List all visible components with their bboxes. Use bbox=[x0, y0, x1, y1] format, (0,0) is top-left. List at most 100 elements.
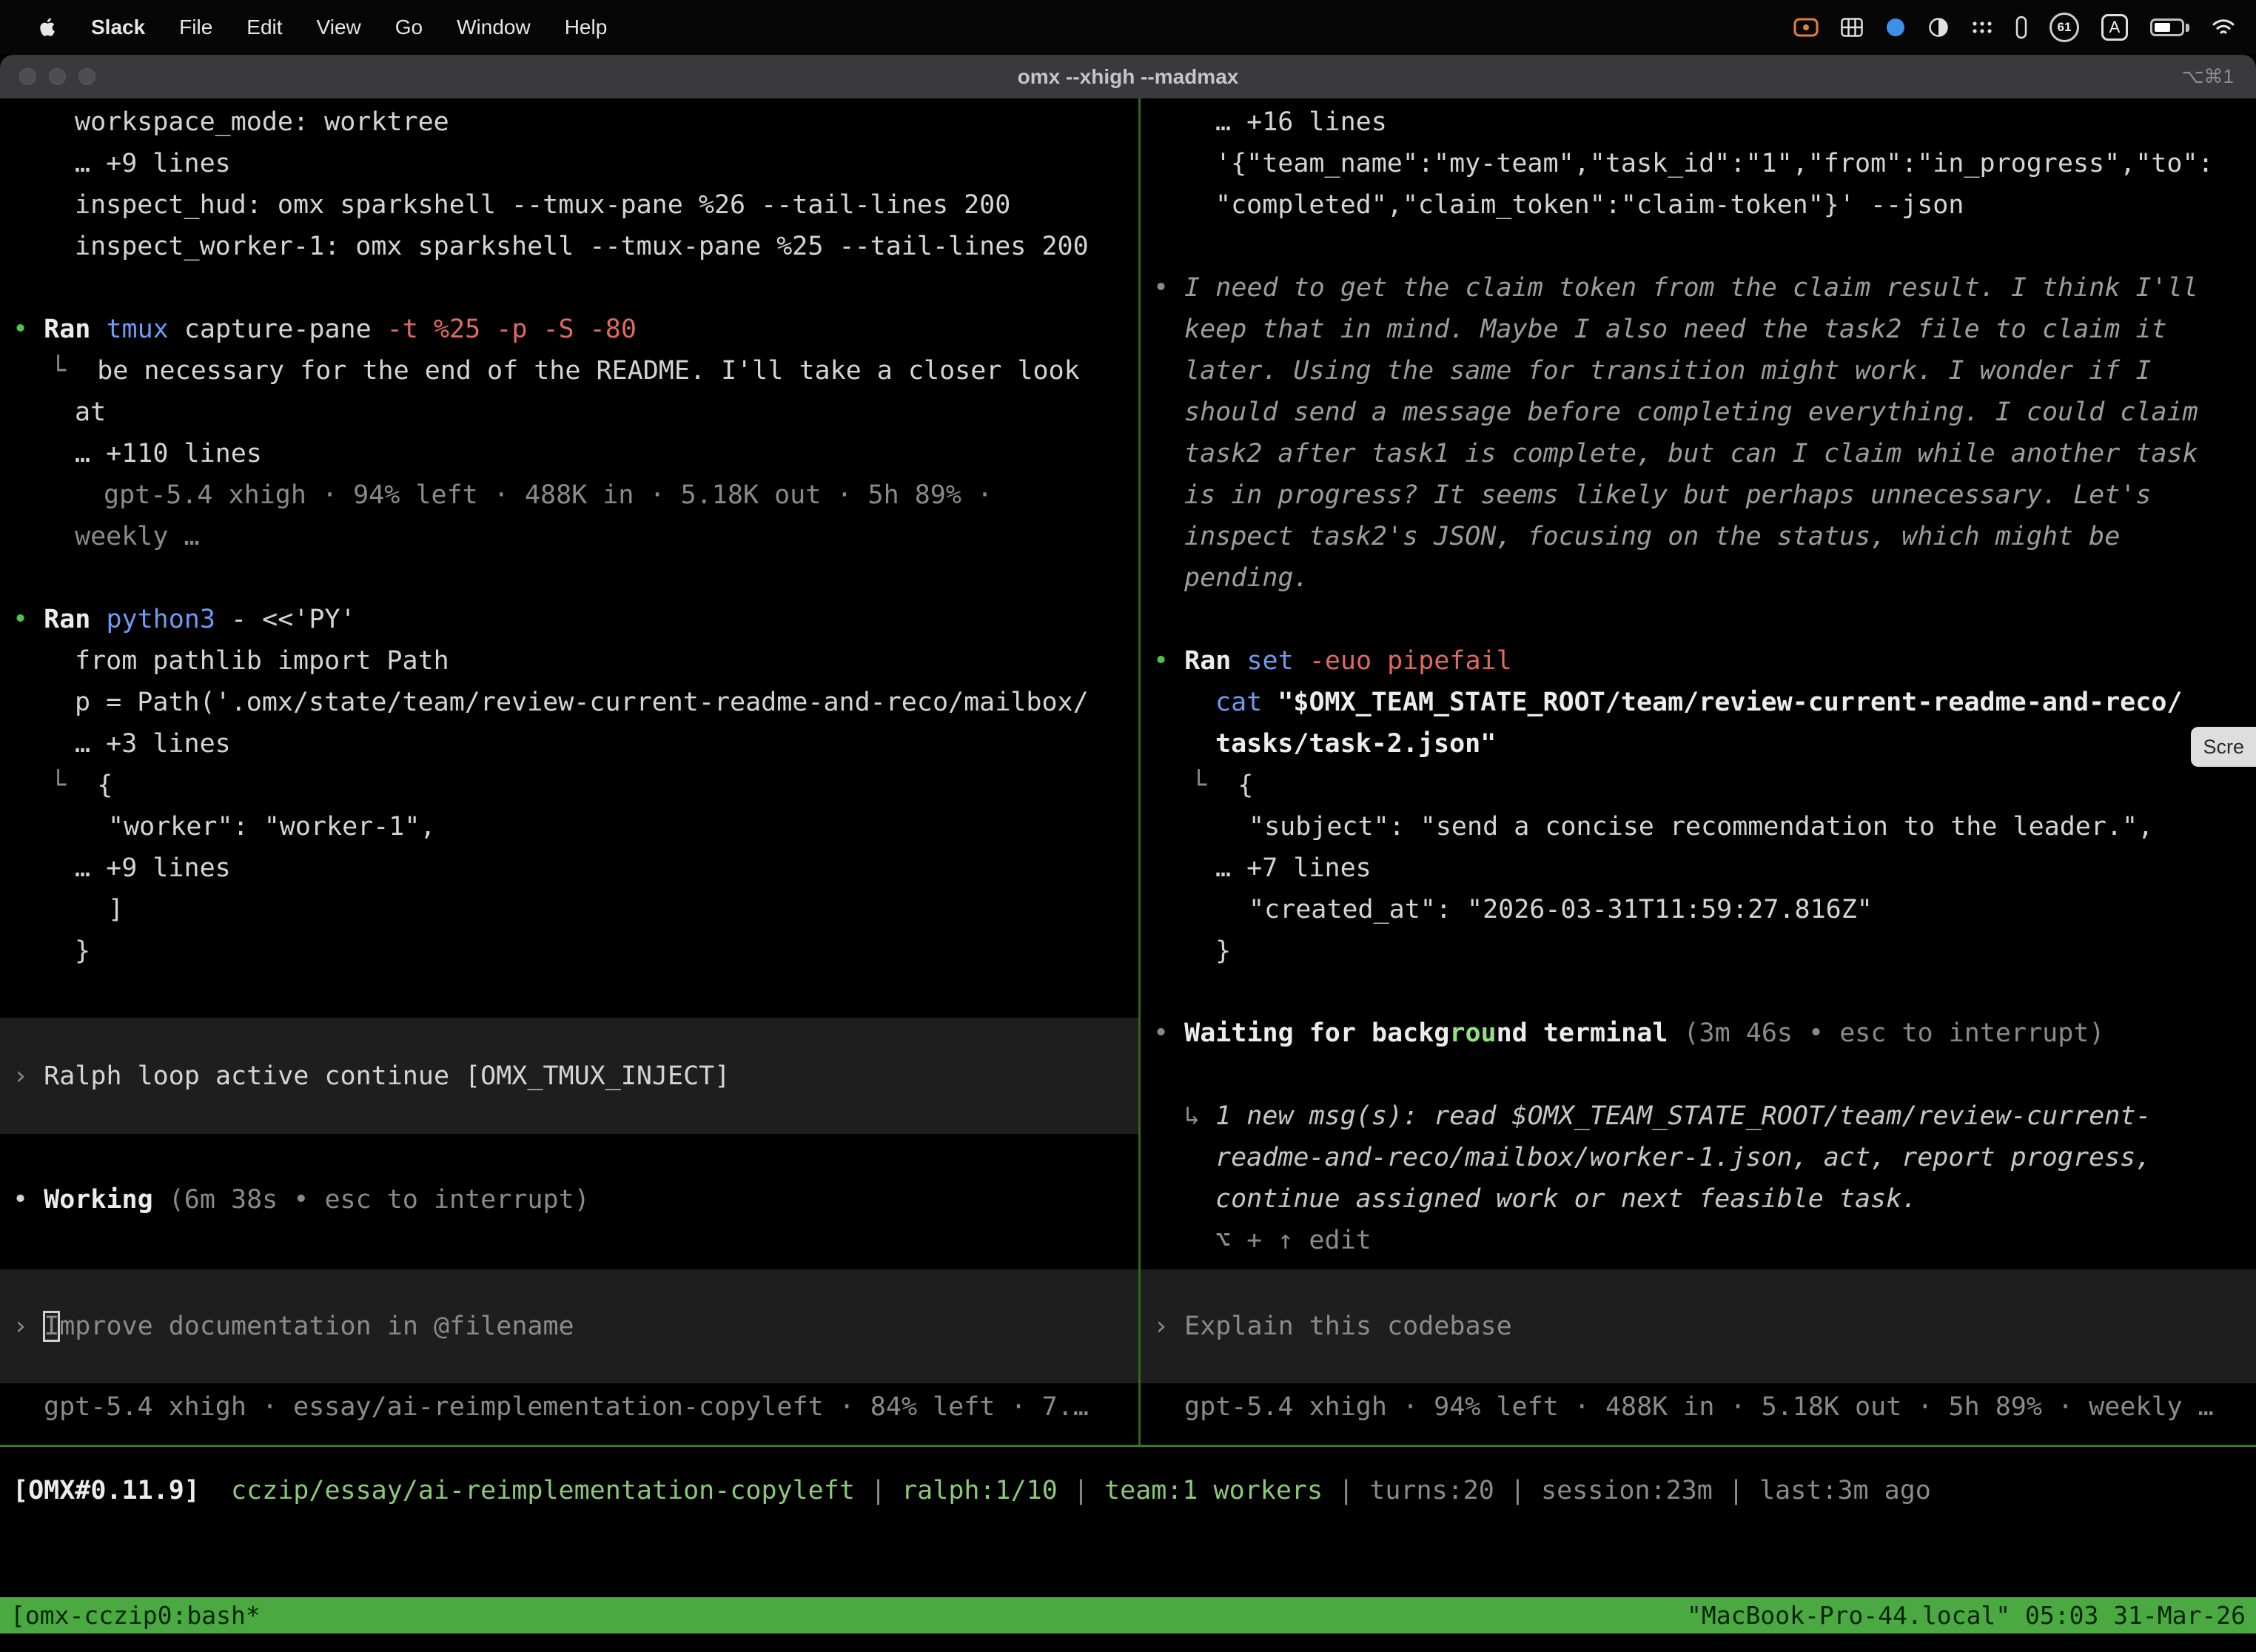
battery-icon[interactable] bbox=[2150, 19, 2189, 36]
close-button[interactable] bbox=[19, 68, 36, 85]
terminal-line: at bbox=[0, 392, 1138, 433]
terminal-line: gpt-5.4 xhigh · essay/ai-reimplementatio… bbox=[0, 1386, 1138, 1428]
text-segment: inspect task2's JSON, focusing on the st… bbox=[1184, 522, 2120, 551]
dots-grid-icon[interactable] bbox=[1971, 19, 1993, 36]
terminal-line: └ be necessary for the end of the README… bbox=[0, 350, 1138, 392]
text-segment: Ran bbox=[44, 605, 106, 634]
text-segment: "subject": "send a concise recommendatio… bbox=[1249, 812, 2153, 842]
terminal-line: └ { bbox=[1141, 765, 2256, 806]
battery-percent-badge[interactable]: 61 bbox=[2049, 13, 2079, 42]
text-segment: | bbox=[1713, 1476, 1759, 1505]
terminal-line: … +110 lines bbox=[0, 433, 1138, 474]
terminal-line: workspace_mode: worktree bbox=[0, 101, 1138, 143]
menu-item-edit[interactable]: Edit bbox=[229, 16, 299, 39]
text-segment: › bbox=[13, 1061, 44, 1091]
window-title: omx --xhigh --madmax bbox=[1018, 55, 1239, 98]
terminal-line: pending. bbox=[1141, 557, 2256, 599]
text-segment: capture-pane bbox=[184, 315, 387, 344]
menu-item-help[interactable]: Help bbox=[548, 16, 625, 39]
text-segment: • bbox=[13, 1185, 44, 1215]
text-segment: weekly … bbox=[75, 522, 200, 551]
zoom-button[interactable] bbox=[78, 68, 95, 85]
minimize-button[interactable] bbox=[49, 68, 66, 85]
text-segment: … +7 lines bbox=[1215, 853, 1372, 883]
text-segment: › bbox=[1153, 1312, 1184, 1341]
text-segment: … +110 lines bbox=[75, 439, 262, 469]
terminal-line: • Waiting for background terminal (3m 46… bbox=[1141, 1013, 2256, 1054]
grid-icon[interactable] bbox=[1841, 18, 1863, 37]
menu-item-go[interactable]: Go bbox=[378, 16, 440, 39]
text-segment: └ bbox=[50, 770, 97, 800]
terminal-line: from pathlib import Path bbox=[0, 640, 1138, 682]
terminal-line: gpt-5.4 xhigh · 94% left · 488K in · 5.1… bbox=[0, 474, 1138, 516]
terminal-content: workspace_mode: worktree… +9 linesinspec… bbox=[0, 98, 2256, 1652]
prompt-suggestion[interactable]: › Explain this codebase bbox=[1141, 1269, 2256, 1383]
text-segment: cat bbox=[1215, 688, 1278, 717]
text-segment: Working bbox=[44, 1185, 169, 1215]
terminal-line: inspect_hud: omx sparkshell --tmux-pane … bbox=[0, 184, 1138, 226]
text-segment: set bbox=[1246, 646, 1309, 676]
text-segment: last:3m ago bbox=[1759, 1476, 1931, 1505]
pill-icon[interactable] bbox=[2015, 16, 2027, 39]
terminal-line: "subject": "send a concise recommendatio… bbox=[1141, 806, 2256, 847]
contrast-icon[interactable] bbox=[1928, 17, 1949, 38]
terminal-line: inspect_worker-1: omx sparkshell --tmux-… bbox=[0, 226, 1138, 267]
terminal-line: tasks/task-2.json" bbox=[1141, 723, 2256, 765]
text-segment: cczip/essay/ai-reimplementation-copyleft bbox=[231, 1476, 855, 1505]
pane-right: … +16 lines'{"team_name":"my-team","task… bbox=[1141, 98, 2256, 1445]
menu-item-window[interactable]: Window bbox=[440, 16, 548, 39]
spacer bbox=[1141, 599, 2256, 640]
text-segment: › bbox=[13, 1312, 44, 1341]
blue-app-icon[interactable] bbox=[1885, 17, 1906, 38]
terminal-line: • Working (6m 38s • esc to interrupt) bbox=[0, 1179, 1138, 1220]
terminal-line: p = Path('.omx/state/team/review-current… bbox=[0, 682, 1138, 723]
text-segment: inspect_worker-1: omx sparkshell --tmux-… bbox=[75, 232, 1089, 261]
omx-status-line: [OMX#0.11.9] cczip/essay/ai-reimplementa… bbox=[0, 1470, 1931, 1511]
text-segment: should send a message before completing … bbox=[1184, 397, 2198, 427]
terminal-line: • Ran tmux capture-pane -t %25 -p -S -80 bbox=[0, 309, 1138, 350]
terminal-line: ] bbox=[0, 889, 1138, 930]
text-segment: 1 new msg(s): read $OMX_TEAM_STATE_ROOT/… bbox=[1215, 1101, 2151, 1131]
text-segment: '{"team_name":"my-team","task_id":"1","f… bbox=[1215, 149, 2214, 178]
text-segment: Ran bbox=[1184, 646, 1246, 676]
menu-item-view[interactable]: View bbox=[300, 16, 378, 39]
text-segment: is in progress? It seems likely but perh… bbox=[1184, 480, 2151, 510]
window-shortcut-hint: ⌥⌘1 bbox=[2182, 55, 2234, 98]
terminal-line: … +3 lines bbox=[0, 723, 1138, 765]
terminal-line: } bbox=[0, 930, 1138, 972]
text-segment: | bbox=[855, 1476, 902, 1505]
input-source-icon[interactable]: A bbox=[2101, 14, 2128, 41]
menu-bar-left: Slack File Edit View Go Window Help bbox=[21, 16, 624, 39]
apple-menu[interactable] bbox=[21, 17, 74, 38]
terminal-line: continue assigned work or next feasible … bbox=[1141, 1178, 2256, 1220]
text-segment: later. Using the same for transition mig… bbox=[1184, 356, 2151, 386]
text-segment: } bbox=[1215, 936, 1231, 966]
terminal-line: "completed","claim_token":"claim-token"}… bbox=[1141, 184, 2256, 226]
text-segment: python3 bbox=[106, 605, 231, 634]
terminal-line: keep that in mind. Maybe I also need the… bbox=[1141, 309, 2256, 350]
text-segment: be necessary for the end of the README. … bbox=[97, 356, 1080, 386]
tmux-status-bar: [omx-cczip0:bash* "MacBook-Pro-44.local"… bbox=[0, 1597, 2256, 1633]
window-titlebar[interactable]: omx --xhigh --madmax ⌥⌘1 bbox=[0, 55, 2256, 98]
text-segment: "$OMX_TEAM_STATE_ROOT/team/review-curren… bbox=[1278, 688, 2182, 717]
spacer bbox=[1141, 226, 2256, 267]
tmux-host-time: "MacBook-Pro-44.local" 05:03 31-Mar-26 bbox=[1687, 1601, 2246, 1630]
text-segment: } bbox=[75, 936, 90, 966]
text-segment: "created_at": "2026-03-31T11:59:27.816Z" bbox=[1249, 895, 1873, 924]
menu-app-name[interactable]: Slack bbox=[74, 16, 162, 39]
terminal-line: task2 after task1 is complete, but can I… bbox=[1141, 433, 2256, 474]
menu-item-file[interactable]: File bbox=[162, 16, 229, 39]
band-line: › Ralph loop active continue [OMX_TMUX_I… bbox=[0, 1055, 730, 1097]
text-segment: - <<'PY' bbox=[231, 605, 356, 634]
terminal-line: • Ran set -euo pipefail bbox=[1141, 640, 2256, 682]
prompt-input[interactable]: › Improve documentation in @filename bbox=[0, 1269, 1138, 1383]
terminal-line: should send a message before completing … bbox=[1141, 392, 2256, 433]
text-segment: … +3 lines bbox=[75, 729, 231, 759]
spacer bbox=[0, 557, 1138, 599]
wifi-icon[interactable] bbox=[2212, 18, 2235, 37]
text-segment: tmux bbox=[106, 315, 184, 344]
screen-recording-indicator-icon[interactable] bbox=[1793, 18, 1819, 37]
text-segment: gpt-5.4 xhigh · 94% left · 488K in · 5.1… bbox=[1184, 1392, 2214, 1422]
text-segment: tasks/task-2.json" bbox=[1215, 729, 1496, 759]
text-segment: Ralph loop active continue [OMX_TMUX_INJ… bbox=[44, 1061, 730, 1091]
